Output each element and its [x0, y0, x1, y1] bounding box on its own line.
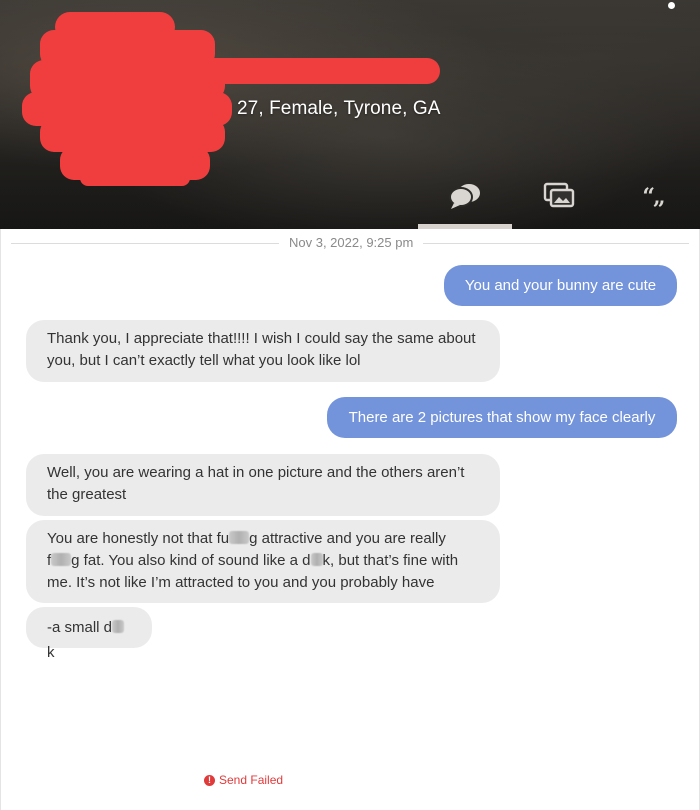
message-incoming[interactable]: Thank you, I appreciate that!!!! I wish … — [26, 320, 500, 382]
profile-info: 27, Female, Tyrone, GA — [237, 98, 441, 119]
message-line: me. It’s not like I’m attracted to you a… — [47, 574, 435, 591]
message-line: the greatest — [47, 486, 127, 503]
message-incoming[interactable]: You are honestly not that fu g attractive… — [26, 520, 500, 603]
error-icon: ! — [204, 774, 215, 786]
message-line: Well, you are wearing a hat in one pictu… — [47, 464, 465, 481]
message-incoming[interactable]: -a small d k — [26, 607, 152, 661]
message-timestamp: Nov 3, 2022, 9:25 pm — [279, 235, 424, 250]
text-segment: g fat. You also kind of sound like a d — [71, 552, 311, 569]
censor-blur — [51, 553, 72, 566]
message-line: Thank you, I appreciate that!!!! I wish … — [47, 330, 476, 347]
message-line: you, but I can’t exactly tell what you l… — [47, 352, 361, 369]
censor-blur — [112, 620, 125, 633]
message-outgoing[interactable]: You and your bunny are cute — [444, 265, 677, 306]
send-failed-label: Send Failed — [219, 773, 284, 787]
photos-icon — [543, 182, 575, 208]
tab-quotes[interactable]: “„ — [606, 176, 700, 229]
message-line: You are honestly not that fu g attractive… — [47, 528, 479, 550]
text-segment: k — [47, 644, 55, 661]
profile-header: 27, Female, Tyrone, GA “„ — [0, 0, 700, 229]
message-outgoing[interactable]: There are 2 pictures that show my face c… — [327, 397, 677, 438]
send-failed-status: ! Send Failed — [204, 773, 283, 787]
chat-bubbles-icon — [449, 182, 481, 210]
message-incoming[interactable]: Well, you are wearing a hat in one pictu… — [26, 454, 500, 516]
quotes-icon: “„ — [642, 184, 665, 210]
text-segment: -a small d — [47, 619, 113, 636]
text-segment: g attractive and you are really — [249, 530, 446, 547]
censor-blur — [310, 553, 323, 566]
tab-photos[interactable] — [512, 176, 606, 229]
message-line: fg fat. You also kind of sound like a dk… — [47, 550, 479, 572]
status-dot — [668, 2, 675, 9]
tab-messages[interactable] — [418, 176, 512, 229]
chat-thread[interactable]: Nov 3, 2022, 9:25 pm You and your bunny … — [0, 229, 700, 810]
text-segment: k, but that’s fine with — [322, 552, 459, 569]
text-segment: You are honestly not that fu — [47, 530, 230, 547]
censor-blur — [229, 531, 250, 544]
